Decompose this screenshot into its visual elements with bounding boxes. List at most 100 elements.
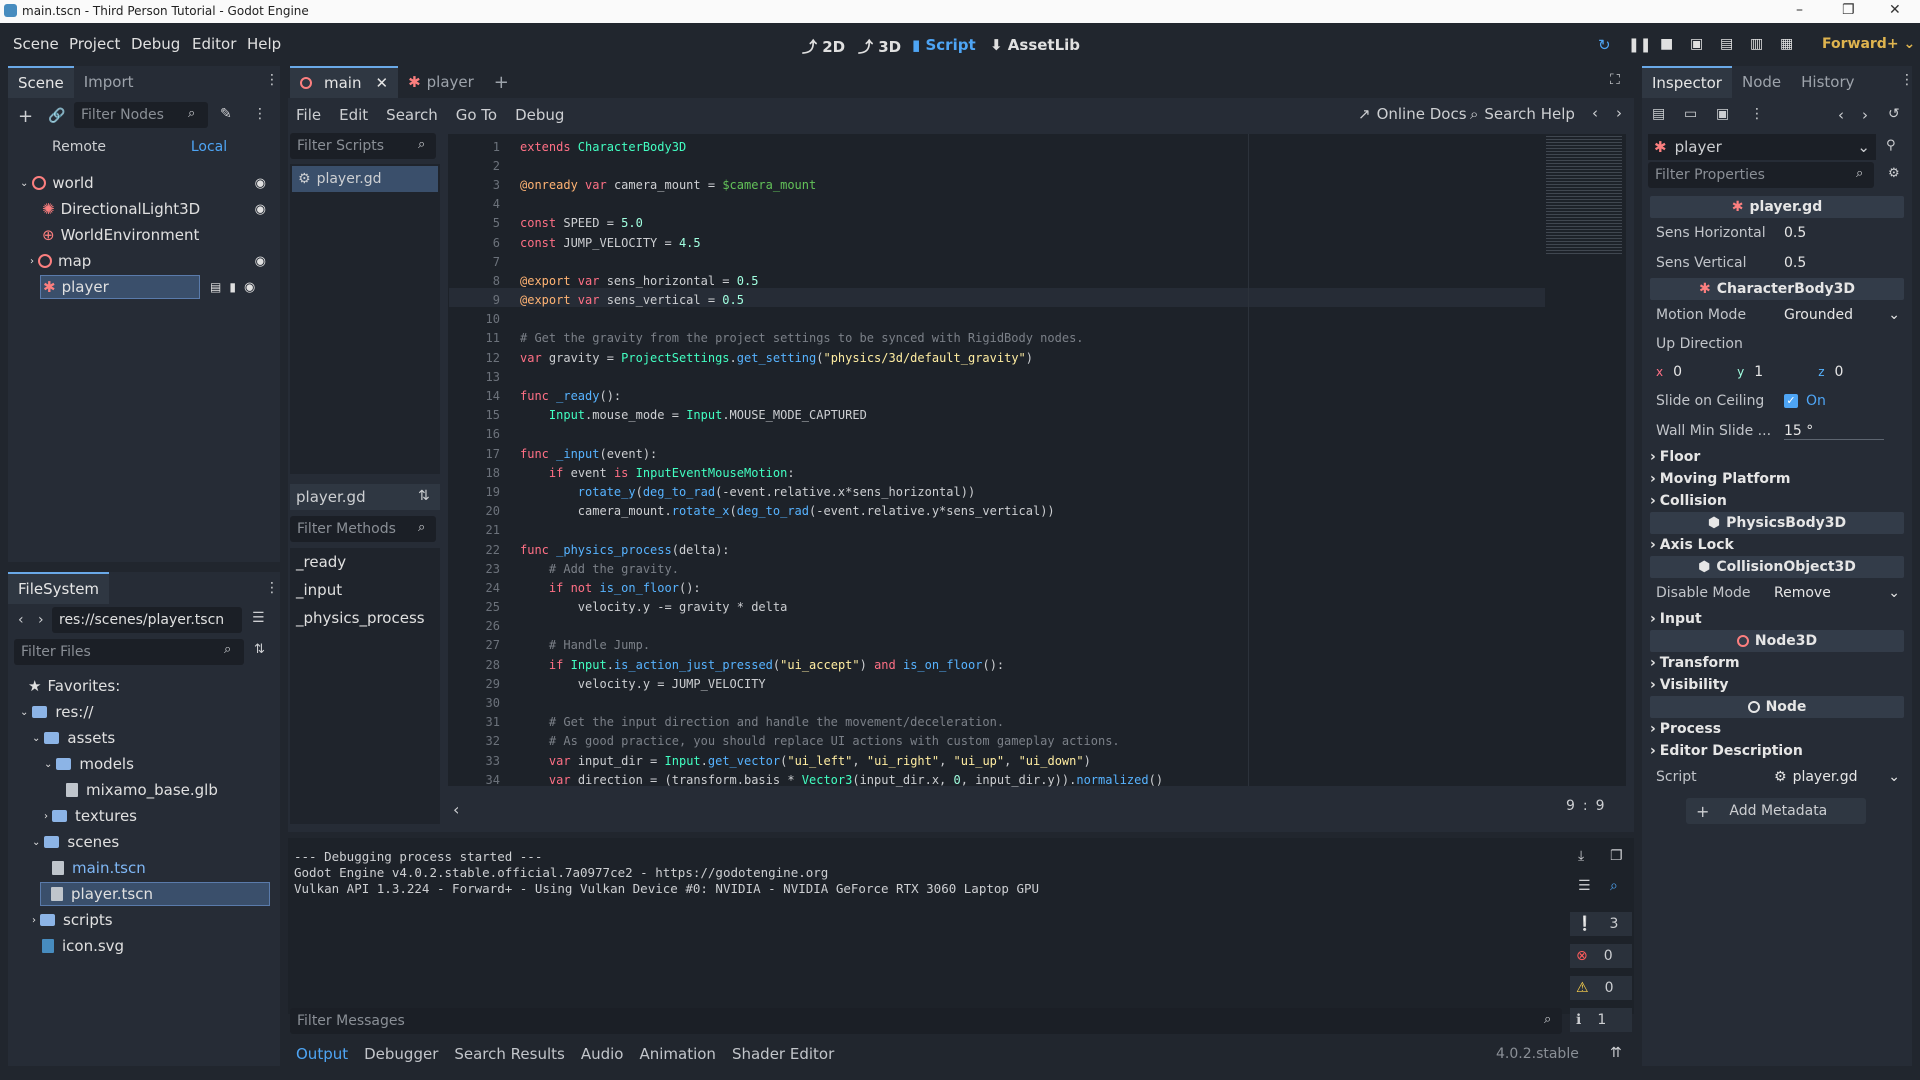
filter-warnings-count[interactable]: ⚠ 0 xyxy=(1570,976,1632,1000)
filter-files-input[interactable]: Filter Files xyxy=(14,639,244,665)
sort-icon[interactable]: ⇅ xyxy=(254,642,265,657)
up-y-field[interactable]: 1 xyxy=(1754,364,1808,380)
play-scene-icon[interactable]: ▥ xyxy=(1750,36,1763,52)
favorites-item[interactable]: ★ Favorites: xyxy=(12,673,276,699)
line-number[interactable]: 29 xyxy=(460,677,500,691)
history-icon[interactable]: ↺ xyxy=(1888,106,1900,122)
sort-icon[interactable]: ⇅ xyxy=(418,488,430,504)
collapse-icon[interactable]: ☰ xyxy=(1578,878,1591,894)
line-number[interactable]: 12 xyxy=(460,351,500,365)
remote-tab[interactable]: Remote xyxy=(14,136,144,160)
scene-tab-main[interactable]: main ✕ xyxy=(290,66,399,98)
line-number[interactable]: 28 xyxy=(460,658,500,672)
tab-scene[interactable]: Scene xyxy=(8,66,74,98)
menu-editor[interactable]: Editor xyxy=(192,35,236,53)
tree-node-map[interactable]: › map ◉ xyxy=(12,248,276,274)
line-number[interactable]: 2 xyxy=(460,159,500,173)
play-custom-icon[interactable]: ▦ xyxy=(1780,36,1793,52)
line-number[interactable]: 16 xyxy=(460,427,500,441)
workspace-3d-button[interactable]: ⤴ 3D xyxy=(858,36,901,57)
scene-tab-player[interactable]: ✱ player xyxy=(398,67,484,97)
file-main-tscn[interactable]: main.tscn xyxy=(12,855,276,881)
up-x-field[interactable]: 0 xyxy=(1673,364,1727,380)
file-player-tscn[interactable]: player.tscn xyxy=(12,881,276,907)
filter-messages-input[interactable]: Filter Messages xyxy=(290,1008,1562,1034)
close-window-button[interactable]: ✕ xyxy=(1889,2,1901,18)
toggle-scripts-panel-icon[interactable]: ‹ xyxy=(453,800,459,819)
line-number[interactable]: 9 xyxy=(460,293,500,307)
search-icon[interactable]: ⌕ xyxy=(1610,878,1618,894)
renderer-select[interactable]: Forward+ ⌄ xyxy=(1822,36,1915,52)
line-number[interactable]: 27 xyxy=(460,638,500,652)
visibility-icon[interactable]: ◉ xyxy=(255,176,266,191)
tab-inspector[interactable]: Inspector xyxy=(1642,66,1732,98)
method-input[interactable]: _input xyxy=(290,576,440,604)
line-number[interactable]: 20 xyxy=(460,504,500,518)
back-arrow-icon[interactable]: ‹ xyxy=(18,612,24,628)
script-menu-edit[interactable]: Edit xyxy=(339,106,368,124)
folder-models[interactable]: ⌄ models xyxy=(12,751,276,777)
split-mode-icon[interactable]: ☰ xyxy=(252,610,265,626)
back-arrow-icon[interactable]: ‹ xyxy=(1838,106,1844,124)
code-minimap[interactable] xyxy=(1546,134,1622,254)
script-menu-file[interactable]: File xyxy=(296,106,321,124)
line-number[interactable]: 4 xyxy=(460,197,500,211)
visibility-icon[interactable]: ◉ xyxy=(255,202,266,217)
line-number[interactable]: 21 xyxy=(460,523,500,537)
next-script-icon[interactable]: › xyxy=(1616,104,1622,122)
forward-arrow-icon[interactable]: › xyxy=(38,612,44,628)
script-resource-picker[interactable]: ⚙ player.gd ⌄ xyxy=(1774,769,1904,785)
forward-arrow-icon[interactable]: › xyxy=(1862,106,1868,124)
tab-audio[interactable]: Audio xyxy=(581,1045,624,1063)
visibility-icon[interactable]: ◉ xyxy=(244,280,255,295)
maximize-button[interactable]: ❐ xyxy=(1842,2,1855,18)
script-menu-goto[interactable]: Go To xyxy=(456,106,497,124)
object-selector[interactable]: ✱ player ⌄ xyxy=(1648,134,1876,160)
add-node-icon[interactable]: + xyxy=(18,106,33,127)
sens-horizontal-value[interactable]: 0.5 xyxy=(1784,225,1806,241)
filter-messages-count[interactable]: ❕ 3 xyxy=(1570,912,1632,936)
tab-shader-editor[interactable]: Shader Editor xyxy=(732,1045,834,1063)
section-transform[interactable]: › Transform xyxy=(1650,652,1904,674)
tree-node-directionallight3d[interactable]: ✺ DirectionalLight3D ◉ xyxy=(12,196,276,222)
settings-icon[interactable]: ⚙ xyxy=(1888,166,1900,181)
tab-debugger[interactable]: Debugger xyxy=(364,1045,438,1063)
line-number[interactable]: 23 xyxy=(460,562,500,576)
duplicate-icon[interactable]: ❐ xyxy=(1610,848,1623,864)
pause-icon[interactable]: ❚❚ xyxy=(1628,37,1651,53)
line-number[interactable]: 15 xyxy=(460,408,500,422)
line-number[interactable]: 31 xyxy=(460,715,500,729)
file-icon-svg[interactable]: icon.svg xyxy=(12,933,276,959)
online-docs-button[interactable]: ↗ Online Docs xyxy=(1358,105,1467,123)
line-number[interactable]: 7 xyxy=(460,255,500,269)
disable-mode-select[interactable]: Remove ⌄ xyxy=(1774,585,1904,601)
search-help-button[interactable]: ⌕ Search Help xyxy=(1470,105,1575,123)
section-moving-platform[interactable]: › Moving Platform xyxy=(1650,468,1904,490)
file-mixamo-base[interactable]: mixamo_base.glb xyxy=(12,777,276,803)
remote-debug-icon[interactable]: ▣ xyxy=(1690,36,1703,52)
expand-panel-icon[interactable]: ⇈ xyxy=(1610,1045,1622,1061)
attach-script-icon[interactable]: ✎ xyxy=(220,106,232,122)
tab-node[interactable]: Node xyxy=(1732,67,1791,97)
up-z-field[interactable]: 0 xyxy=(1835,364,1875,380)
folder-scenes[interactable]: ⌄ scenes xyxy=(12,829,276,855)
section-input[interactable]: › Input xyxy=(1650,608,1904,630)
object-properties-icon[interactable]: ⚲ xyxy=(1886,138,1896,153)
restart-icon[interactable]: ↻ xyxy=(1598,36,1611,54)
line-number[interactable]: 34 xyxy=(460,773,500,787)
script-menu-debug[interactable]: Debug xyxy=(515,106,564,124)
workspace-script-button[interactable]: ▮ Script xyxy=(912,36,976,54)
tab-import[interactable]: Import xyxy=(74,67,144,97)
line-number[interactable]: 11 xyxy=(460,331,500,345)
folder-textures[interactable]: › textures xyxy=(12,803,276,829)
section-visibility[interactable]: › Visibility xyxy=(1650,674,1904,696)
filter-scripts-input[interactable]: Filter Scripts xyxy=(290,133,436,159)
menu-help[interactable]: Help xyxy=(247,35,281,53)
motion-mode-select[interactable]: Grounded ⌄ xyxy=(1784,307,1904,323)
line-number[interactable]: 25 xyxy=(460,600,500,614)
line-number[interactable]: 1 xyxy=(460,140,500,154)
line-number[interactable]: 14 xyxy=(460,389,500,403)
path-field[interactable]: res://scenes/player.tscn xyxy=(52,607,242,633)
tab-history[interactable]: History xyxy=(1791,67,1864,97)
new-resource-icon[interactable]: ▤ xyxy=(1652,106,1665,122)
